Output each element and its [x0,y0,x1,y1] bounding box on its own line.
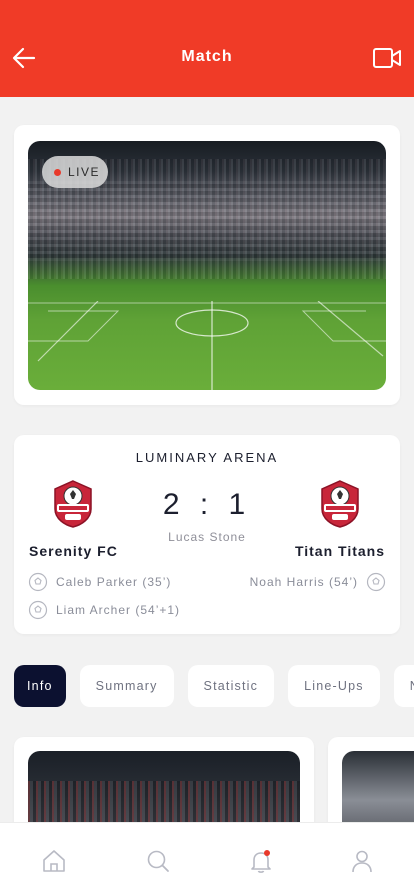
search-icon[interactable] [144,847,172,875]
page-title: Match [181,48,233,65]
match-score-card: LUMINARY ARENA 2 : 1 Lucas Stone Serenit… [14,435,400,634]
live-stream-card: LIVE [14,125,400,405]
home-scorer: Liam Archer (54’+1) [28,600,180,620]
bottom-nav [0,822,414,896]
home-team-name[interactable]: Serenity FC [29,543,118,559]
pitch-lines [28,301,386,390]
soccer-ball-icon [366,572,386,592]
scorer-label: Liam Archer (54’+1) [56,603,181,617]
home-icon[interactable] [40,847,68,875]
live-badge[interactable]: LIVE [42,156,108,188]
tab-statistic[interactable]: Statistic [187,665,275,707]
app-header: Match [0,0,414,97]
away-scorer: Noah Harris (54’) [250,572,386,592]
video-camera-icon[interactable] [372,45,402,71]
tab-line-ups[interactable]: Line-Ups [288,665,380,707]
home-scorer: Caleb Parker (35’) [28,572,171,592]
live-label: LIVE [68,165,101,179]
tab-summary[interactable]: Summary [79,665,174,707]
scorer-label: Caleb Parker (35’) [56,575,172,589]
tab-next[interactable]: Ne [393,665,414,707]
match-tabs: Info Summary Statistic Line-Ups Ne [14,665,414,707]
live-dot [54,169,61,176]
bell-icon[interactable] [247,847,275,875]
live-stream-video[interactable]: LIVE [28,141,386,390]
soccer-ball-icon [28,600,48,620]
away-team-name[interactable]: Titan Titans [295,543,385,559]
profile-icon[interactable] [348,847,376,875]
soccer-ball-icon [28,572,48,592]
away-team-logo[interactable] [316,479,364,529]
scorer-label: Noah Harris (54’) [249,575,358,589]
stadium-stands [28,181,386,261]
tab-info[interactable]: Info [14,665,66,707]
referee-name: Lucas Stone [168,530,246,544]
venue-name: LUMINARY ARENA [135,450,279,465]
